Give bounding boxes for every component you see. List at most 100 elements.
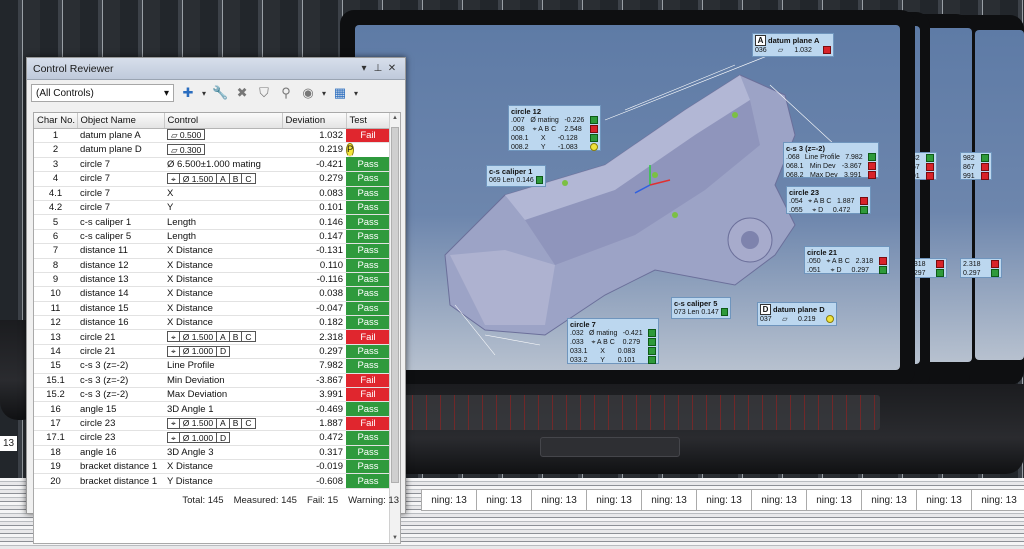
control-filter-select[interactable]: (All Controls) ▾ [31, 84, 174, 102]
column-header-char-no[interactable]: Char No. [34, 113, 78, 129]
control-cell: X Distance [164, 272, 282, 288]
deviation-cell: 0.317 [282, 445, 346, 460]
callout-circle-12: circle 12 .007 Ø mating -0.226 .008 ⌖ A B C… [508, 105, 601, 151]
test-result-badge: Pass [346, 344, 390, 360]
table-row[interactable]: 10 distance 14 X Distance 0.038 Pass [34, 286, 390, 302]
test-result-badge: Pass [346, 142, 354, 158]
callout-circle-7: circle 7 .032 Ø mating -0.421 .033 ⌖ A B C0… [567, 318, 659, 364]
table-row[interactable]: 1 datum plane A ▱ 0.500 1.032 Fail [34, 128, 390, 143]
deviation-cell: 0.472 [282, 430, 346, 446]
object-name-cell: circle 23 [77, 430, 164, 446]
deviation-cell: 0.297 [282, 344, 346, 360]
test-result-badge: Fail [346, 373, 390, 389]
object-name-cell: distance 14 [77, 286, 164, 302]
scroll-thumb[interactable] [391, 127, 399, 483]
char-no-cell: 15.2 [34, 387, 77, 403]
status-total: Total: 145 [182, 495, 224, 506]
column-header-deviation[interactable]: Deviation [282, 113, 347, 129]
table-row[interactable]: 20 bracket distance 1Y Distance -0.608 Pass [34, 473, 390, 489]
deviation-cell: -0.421 [282, 157, 346, 173]
control-cell: ⌖ Ø 1.500 A B C [164, 329, 282, 345]
object-name-cell: circle 7 [77, 186, 164, 201]
control-cell: 3D Angle 1 [164, 401, 282, 417]
table-row[interactable]: 2datum plane D▱ 0.300 0.219Pass [34, 142, 390, 158]
object-name-cell: circle 7 [77, 157, 164, 173]
scroll-down-icon[interactable]: ▼ [390, 535, 400, 541]
test-result-badge: Pass [346, 473, 390, 489]
object-name-cell: distance 15 [77, 301, 164, 317]
table-row[interactable]: 16 angle 15 3D Angle 1 -0.469 Pass [34, 401, 390, 417]
callout-cs-caliper-1: c-s caliper 1 069 Len 0.146 [486, 165, 546, 187]
deviation-cell: 0.219 [282, 142, 346, 158]
char-no-cell: 9 [34, 272, 77, 288]
object-name-cell: circle 7 [77, 171, 164, 187]
callout-cs-3: c-s 3 (z=-2) .068 Line Profile 7.982 068.1… [783, 142, 879, 179]
bottom-caption: ning: 13 [861, 489, 917, 511]
table-row[interactable]: 15.1 c-s 3 (z=-2) Min Deviation -3.867 Fail [34, 373, 390, 389]
close-icon[interactable]: ✕ [385, 63, 399, 74]
deviation-cell: 0.146 [282, 214, 346, 230]
table-row[interactable]: 4.1 circle 7 X 0.083 Pass [34, 186, 390, 201]
table-row[interactable]: 9 distance 13 X Distance -0.116 Pass [34, 272, 390, 288]
funnel-icon[interactable]: ⚲ [278, 85, 294, 101]
object-name-cell: distance 13 [77, 272, 164, 288]
char-no-cell: 12 [34, 315, 77, 331]
char-no-cell: 18 [34, 445, 77, 460]
column-header-test[interactable]: Test [346, 113, 391, 129]
table-row[interactable]: 17.1 circle 23 ⌖ Ø 1.000 D 0.472 Pass [34, 430, 390, 446]
laptop-screen-back-3 [975, 30, 1024, 360]
deviation-cell: 2.318 [282, 329, 346, 345]
scroll-up-icon[interactable]: ▲ [390, 115, 400, 121]
table-row[interactable]: 18 angle 16 3D Angle 3 0.317 Pass [34, 445, 390, 460]
control-cell: X [164, 186, 282, 201]
object-name-cell: distance 16 [77, 315, 164, 331]
table-row[interactable]: 4.2 circle 7 Y 0.101 Pass [34, 200, 390, 216]
table-row[interactable]: 8 distance 12 X Distance 0.110 Pass [34, 258, 390, 273]
control-cell: X Distance [164, 243, 282, 259]
table-scrollbar[interactable]: ▲ ▼ [389, 113, 400, 543]
bottom-caption: ning: 13 [476, 489, 532, 511]
table-row[interactable]: 7 distance 11 X Distance -0.131 Pass [34, 243, 390, 259]
table-row[interactable]: 4 circle 7 ⌖ Ø 1.500 A B C 0.279 Pass [34, 171, 390, 187]
panel-menu-dropdown-icon[interactable]: ▾ [357, 63, 371, 74]
control-reviewer-panel: Control Reviewer ▾ ⊥ ✕ (All Controls) ▾ … [26, 57, 406, 544]
char-no-cell: 2 [34, 142, 77, 158]
feature-control-frame: ⌖ Ø 1.500 A B C [167, 331, 256, 343]
eye-icon[interactable]: ◉ [300, 85, 316, 101]
table-row[interactable]: 6 c-s caliper 5 Length 0.147 Pass [34, 229, 390, 245]
feature-control-frame: ▱ 0.300 [167, 144, 206, 156]
bottom-caption: ning: 13 [421, 489, 477, 511]
deviation-cell: 0.182 [282, 315, 346, 331]
test-result-badge: Pass [346, 171, 390, 187]
table-row[interactable]: 12 distance 16 X Distance 0.182 Pass [34, 315, 390, 331]
callout-circle-21: circle 21 .050 ⌖ A B C 2.318 .051 ⌖ D 0.297 [804, 246, 890, 274]
column-header-control[interactable]: Control [164, 113, 283, 129]
control-cell: Y Distance [164, 473, 282, 489]
column-header-object-name[interactable]: Object Name [77, 113, 165, 129]
table-row[interactable]: 14 circle 21 ⌖ Ø 1.000 D 0.297 Pass [34, 344, 390, 360]
table-row[interactable]: 15 c-s 3 (z=-2) Line Profile 7.982 Pass [34, 358, 390, 374]
wrench-icon[interactable]: 🔧 [212, 85, 228, 101]
fail-indicator-icon [822, 46, 831, 54]
table-row[interactable]: 19 bracket distance 1X Distance -0.019 Pass [34, 459, 390, 475]
char-no-cell: 11 [34, 301, 77, 317]
table-row[interactable]: 13 circle 21 ⌖ Ø 1.500 A B C 2.318 Fail [34, 329, 390, 345]
filter-icon[interactable]: ⛉ [256, 85, 272, 101]
object-name-cell: datum plane D [77, 142, 164, 158]
delete-icon[interactable]: ✖ [234, 85, 250, 101]
char-no-cell: 4 [34, 171, 77, 187]
table-row[interactable]: 17 circle 23 ⌖ Ø 1.500 A B C 1.887 Fail [34, 416, 390, 432]
table-row[interactable]: 3 circle 7Ø 6.500±1.000 mating -0.421 Pass [34, 157, 390, 173]
control-cell: ⌖ Ø 1.500 A B C [164, 416, 282, 432]
char-no-cell: 8 [34, 258, 77, 273]
add-control-icon[interactable]: ✚ [180, 85, 196, 101]
table-row[interactable]: 11 distance 15 X Distance -0.047 Pass [34, 301, 390, 317]
status-warning: Warning: 13 [348, 495, 399, 506]
panel-titlebar[interactable]: Control Reviewer ▾ ⊥ ✕ [27, 58, 405, 80]
test-result-badge: Pass [346, 445, 390, 460]
pin-icon[interactable]: ⊥ [371, 63, 385, 74]
table-row[interactable]: 5 c-s caliper 1 Length 0.146 Pass [34, 214, 390, 230]
status-fail: Fail: 15 [306, 495, 339, 506]
table-row[interactable]: 15.2 c-s 3 (z=-2) Max Deviation 3.991 Fail [34, 387, 390, 403]
layout-icon[interactable]: ▦ [332, 85, 348, 101]
